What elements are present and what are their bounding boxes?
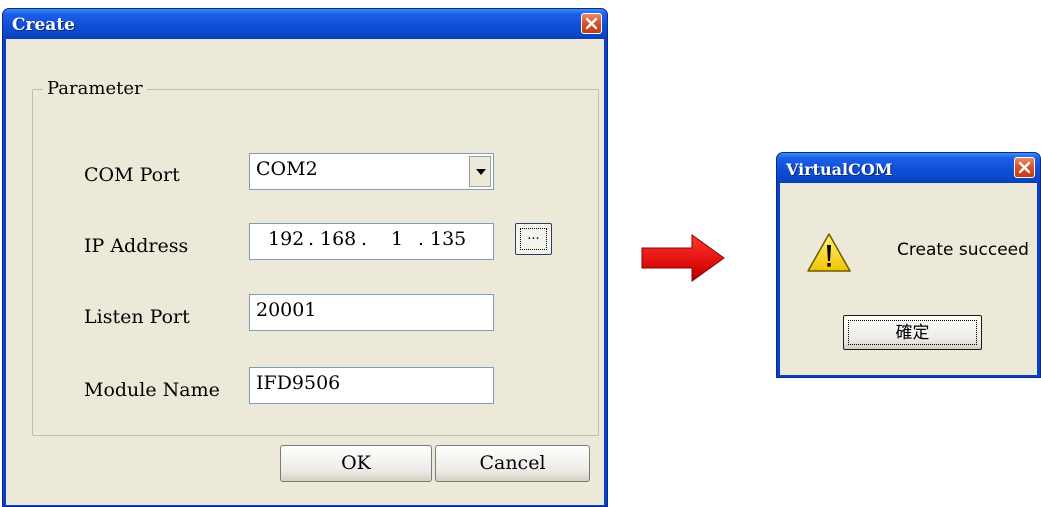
cancel-button[interactable]: Cancel — [435, 445, 590, 482]
ip-address-label: IP Address — [84, 235, 189, 257]
ok-button[interactable]: OK — [280, 445, 432, 482]
ip-octet-4[interactable]: 135 — [430, 228, 466, 250]
com-port-select[interactable]: COM2 — [249, 153, 494, 190]
ip-dot: . — [418, 228, 425, 250]
confirm-button[interactable]: 確定 — [843, 315, 982, 350]
ip-octet-1[interactable]: 192 — [268, 228, 304, 250]
create-body: Parameter COM Port COM2 IP Address 192 .… — [6, 39, 604, 505]
close-icon — [585, 17, 598, 30]
listen-port-input[interactable]: 20001 — [249, 294, 494, 331]
ip-octet-2[interactable]: 168 — [320, 228, 356, 250]
create-close-button[interactable] — [581, 13, 602, 34]
warning-icon — [807, 233, 851, 272]
virtualcom-message: Create succeed — [897, 240, 1029, 260]
ip-address-field[interactable]: 192 . 168 . 1 . 135 — [249, 223, 494, 260]
create-title: Create — [12, 15, 75, 35]
parameter-group-label: Parameter — [43, 78, 147, 99]
listen-port-label: Listen Port — [84, 306, 190, 328]
ip-browse-button[interactable]: ... — [515, 223, 552, 255]
virtualcom-body: Create succeed 確定 — [780, 183, 1037, 375]
chevron-down-icon — [476, 169, 486, 175]
virtualcom-titlebar[interactable]: VirtualCOM — [777, 153, 1040, 183]
create-dialog: Create Parameter COM Port COM2 IP Addres… — [2, 8, 608, 507]
module-name-label: Module Name — [84, 379, 220, 401]
create-titlebar[interactable]: Create — [3, 9, 607, 39]
com-port-value: COM2 — [256, 158, 318, 180]
right-arrow-icon — [641, 234, 725, 282]
ip-dot: . — [308, 228, 315, 250]
virtualcom-title: VirtualCOM — [786, 160, 893, 179]
ip-octet-3[interactable]: 1 — [391, 228, 403, 250]
com-port-dropdown-button[interactable] — [469, 156, 491, 187]
listen-port-value: 20001 — [256, 299, 317, 321]
virtualcom-dialog: VirtualCOM Create succeed 確定 — [776, 152, 1041, 378]
module-name-input[interactable]: IFD9506 — [249, 367, 494, 404]
ip-browse-label: ... — [520, 228, 547, 250]
confirm-label: 確定 — [848, 320, 977, 345]
com-port-label: COM Port — [84, 164, 180, 186]
close-icon — [1018, 161, 1031, 174]
module-name-value: IFD9506 — [256, 372, 341, 394]
ip-dot: . — [361, 228, 368, 250]
virtualcom-close-button[interactable] — [1014, 157, 1035, 178]
